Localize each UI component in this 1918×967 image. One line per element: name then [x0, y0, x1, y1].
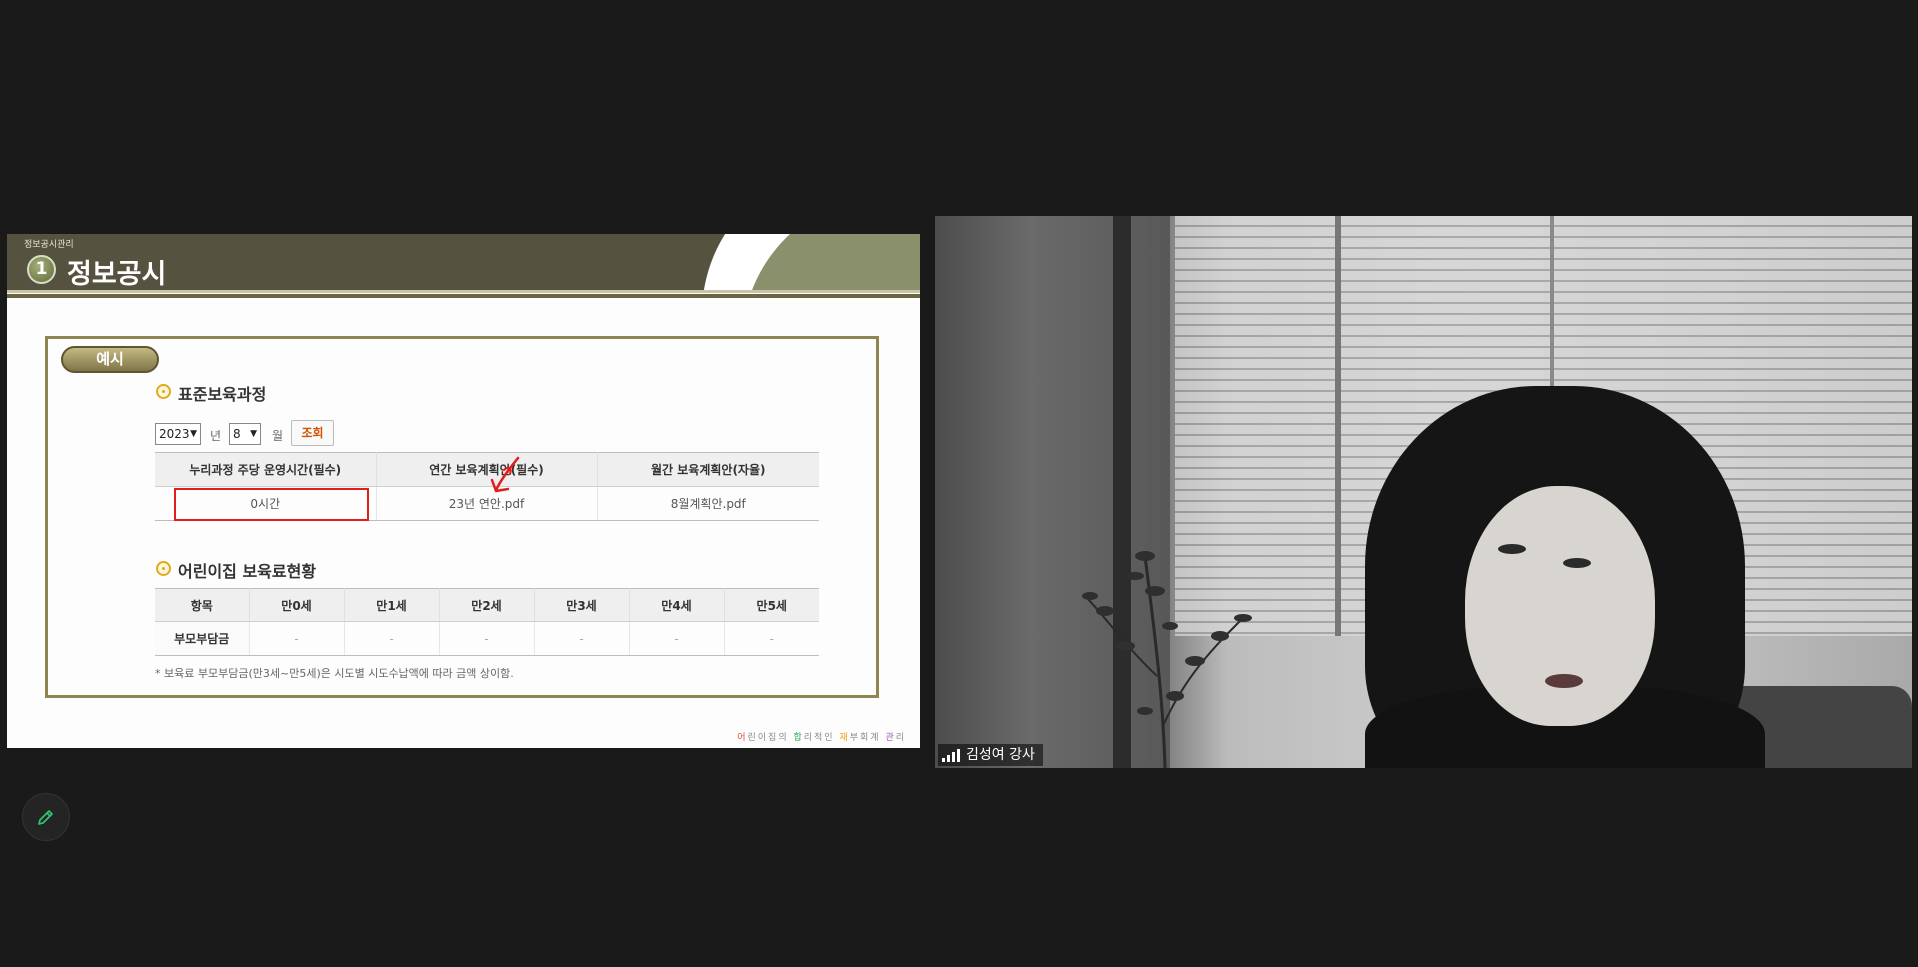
participant-face: [1465, 486, 1655, 726]
table-header-cell: 만3세: [533, 588, 630, 622]
section-number-badge: 1: [27, 255, 56, 284]
participant-mouth: [1545, 674, 1583, 688]
signal-bars-icon: [942, 748, 960, 762]
section-bullet-icon: [156, 384, 171, 399]
year-select-value: 2023: [159, 427, 190, 441]
chevron-down-icon: ▼: [250, 429, 257, 439]
month-label: 월: [272, 429, 284, 443]
plant-image: [1082, 551, 1252, 768]
footer-part: 리적인: [803, 733, 840, 743]
table-header-cell: 만4세: [628, 588, 725, 622]
year-select[interactable]: 2023 ▼: [155, 423, 201, 445]
year-label: 년: [210, 429, 222, 443]
annual-plan-link[interactable]: 23년 연안.pdf: [375, 486, 598, 521]
video-background-window-frame: [1335, 216, 1341, 636]
section-title-fees: 어린이집 보육료현황: [178, 562, 317, 581]
table-header-cell: 만0세: [248, 588, 345, 622]
highlight-box: [174, 488, 369, 521]
row-label-cell: 부모부담금: [155, 621, 250, 656]
slide-header: 정보공시관리 1 정보공시: [7, 234, 920, 290]
participant-eye: [1563, 558, 1591, 568]
month-select[interactable]: 8 ▼: [229, 423, 261, 445]
table-header-cell: 월간 보육계획안(자율): [596, 452, 819, 487]
table-header-cell: 누리과정 주당 운영시간(필수): [155, 452, 377, 487]
table-header-cell: 만5세: [723, 588, 819, 622]
pen-annotation-arrow: [490, 456, 520, 493]
table-cell: -: [533, 621, 630, 656]
table-header-cell: 만1세: [343, 588, 440, 622]
participant-name-tag: 김성여 강사: [938, 744, 1043, 766]
fee-note: * 보육료 부모부담금(만3세~만5세)은 시도별 시도수납액에 따라 금액 상…: [155, 667, 514, 680]
shared-slide: 정보공시관리 1 정보공시 예시 표준보육과정 2023 ▼ 년 8 ▼ 월 조…: [7, 234, 920, 748]
month-select-value: 8: [233, 427, 241, 441]
footer-slogan: 어린이집의 합리적인 재부회계 관리: [737, 730, 906, 743]
footer-part: 관: [885, 733, 896, 743]
participant-name: 김성여 강사: [966, 747, 1035, 763]
footer-part: 리: [895, 733, 906, 743]
table-cell: -: [628, 621, 725, 656]
participant-eye: [1498, 544, 1526, 554]
table-header-cell: 연간 보육계획안(필수): [375, 452, 598, 487]
section-title-curriculum: 표준보육과정: [178, 385, 267, 404]
table-cell: -: [438, 621, 535, 656]
fees-table: 항목 만0세 만1세 만2세 만3세 만4세 만5세 부모부담금 - - - -…: [155, 588, 819, 656]
footer-part: 부회계: [849, 733, 886, 743]
page-title: 정보공시: [67, 259, 167, 290]
table-cell: -: [723, 621, 819, 656]
table-cell: -: [248, 621, 345, 656]
annotate-button[interactable]: [22, 793, 70, 841]
footer-part: 합: [793, 733, 804, 743]
monthly-plan-link[interactable]: 8월계획안.pdf: [596, 486, 819, 521]
footer-part: 재: [839, 733, 850, 743]
participant-video[interactable]: 김성여 강사: [935, 216, 1912, 768]
header-divider-light: [7, 290, 920, 293]
breadcrumb: 정보공시관리: [24, 240, 74, 250]
table-header-row: 항목 만0세 만1세 만2세 만3세 만4세 만5세: [155, 588, 819, 622]
footer-part: 어: [737, 733, 748, 743]
pencil-icon: [38, 810, 53, 825]
table-cell: -: [343, 621, 440, 656]
table-header-cell: 만2세: [438, 588, 535, 622]
chevron-down-icon: ▼: [190, 429, 197, 439]
section-bullet-icon: [156, 561, 171, 576]
table-row: 부모부담금 - - - - - -: [155, 621, 819, 656]
header-divider-dark: [7, 294, 920, 298]
table-header-cell: 항목: [155, 588, 250, 622]
footer-part: 린이집의: [747, 733, 794, 743]
query-button[interactable]: 조회: [291, 420, 334, 446]
example-badge: 예시: [61, 346, 159, 373]
table-header-row: 누리과정 주당 운영시간(필수) 연간 보육계획안(필수) 월간 보육계획안(자…: [155, 452, 819, 487]
